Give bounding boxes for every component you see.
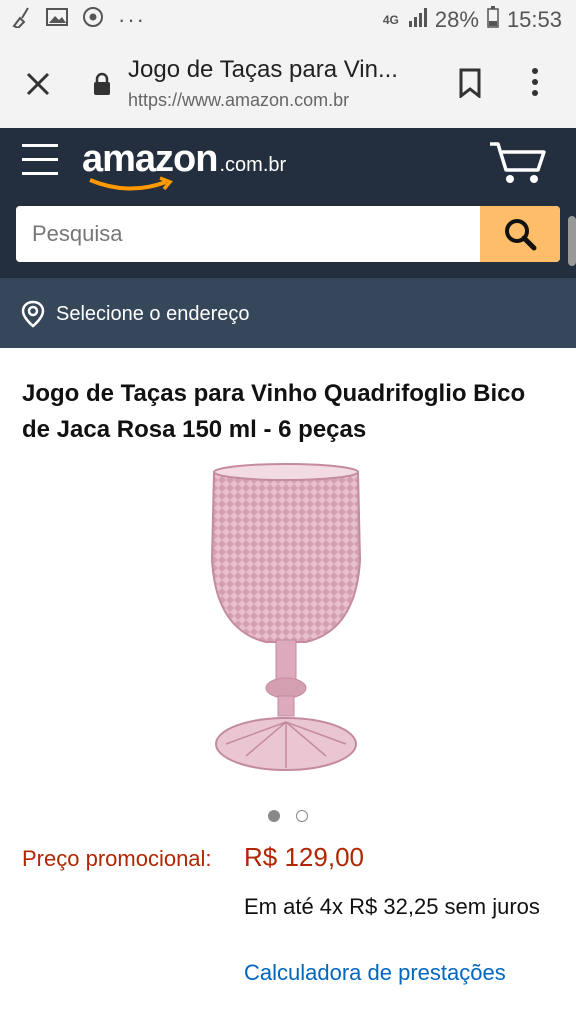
url-text[interactable]: https://www.amazon.com.br [128,90,349,111]
amazon-logo[interactable]: amazon .com.br [82,138,287,191]
carousel-dot[interactable] [268,810,280,822]
search-button[interactable] [480,206,560,262]
search-icon [505,219,537,251]
price-value: R$ 129,00 [244,842,364,872]
close-tab-icon[interactable] [22,68,54,100]
logo-word: amazon [82,138,218,180]
scrollbar[interactable] [568,216,576,266]
battery-icon [487,6,499,34]
broom-icon [10,6,32,34]
cart-icon[interactable] [488,140,548,191]
product-title: Jogo de Taças para Vinho Quadrifoglio Bi… [22,380,526,443]
image-carousel-indicator [0,810,576,822]
logo-smile-icon [89,176,173,191]
product-image[interactable] [186,460,386,785]
bookmark-icon[interactable] [458,68,482,103]
location-pin-icon [20,300,46,333]
clock: 15:53 [506,7,562,32]
installments-text: Em até 4x R$ 32,25 sem juros [244,894,540,919]
search-bar [16,206,560,262]
price-label: Preço promocional: [22,846,212,871]
search-input[interactable] [16,206,480,262]
address-prompt: Selecione o endereço [56,303,250,325]
more-notifications-icon: ··· [118,7,146,32]
product-detail: Jogo de Taças para Vinho Quadrifoglio Bi… [0,348,576,1024]
carousel-dot[interactable] [296,810,308,822]
chrome-icon [82,6,104,34]
address-selector[interactable]: Selecione o endereço [0,278,576,348]
lock-icon [92,72,112,101]
status-bar: ··· 4G 28% 15:53 [0,0,576,40]
hamburger-menu-icon[interactable] [22,144,58,178]
overflow-menu-icon[interactable] [530,66,540,103]
browser-toolbar: Jogo de Taças para Vin... https://www.am… [0,40,576,128]
gallery-icon [46,7,68,33]
signal-icon [407,7,427,33]
network-type-label: 4G [382,13,399,27]
battery-percent: 28% [434,7,479,32]
amazon-header: amazon .com.br [0,128,576,278]
page-tab-title[interactable]: Jogo de Taças para Vin... [128,56,428,84]
logo-tld: .com.br [219,154,287,176]
installment-calculator-link[interactable]: Calculadora de prestações [244,960,506,986]
